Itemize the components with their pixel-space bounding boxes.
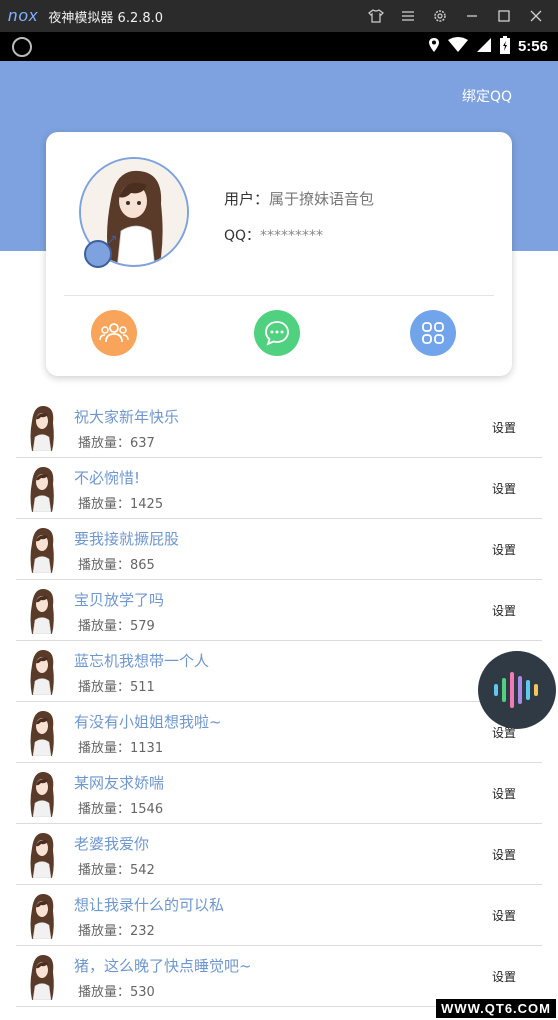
voice-float-button[interactable] xyxy=(478,651,556,729)
male-symbol-icon: ↗ xyxy=(106,232,118,248)
apps-button[interactable] xyxy=(410,310,456,356)
list-item[interactable]: 蓝忘机我想带一个人播放量：511设置 xyxy=(16,641,542,702)
gear-icon[interactable] xyxy=(424,0,456,32)
card-divider xyxy=(64,295,494,296)
voice-thumbnail xyxy=(24,769,60,817)
list-item[interactable]: 想让我录什么的可以私播放量：232 设置 xyxy=(16,885,542,946)
settings-button[interactable]: 设置 xyxy=(492,846,516,863)
shirt-icon[interactable] xyxy=(360,0,392,32)
voice-title[interactable]: 祝大家新年快乐 xyxy=(74,406,179,427)
play-count: 播放量：542 xyxy=(78,863,155,878)
list-item[interactable]: 有没有小姐姐想我啦~ 播放量：1131 设置 xyxy=(16,702,542,763)
settings-button[interactable]: 设置 xyxy=(492,480,516,497)
voice-thumbnail xyxy=(24,952,60,1000)
play-count: 播放量：637 xyxy=(78,436,155,451)
voice-title[interactable]: 蓝忘机我想带一个人 xyxy=(74,650,209,671)
status-icons: 5:56 xyxy=(428,32,548,61)
maximize-icon[interactable] xyxy=(488,0,520,32)
voice-title[interactable]: 有没有小姐姐想我啦~ xyxy=(74,711,222,732)
voice-thumbnail xyxy=(24,891,60,939)
clock: 5:56 xyxy=(517,38,548,55)
voice-thumbnail xyxy=(24,830,60,878)
settings-button[interactable]: 设置 xyxy=(492,602,516,619)
watermark: WWW.QT6.COM xyxy=(436,999,556,1018)
voice-thumbnail xyxy=(24,647,60,695)
list-item[interactable]: 某网友求娇喘播放量：1546 设置 xyxy=(16,763,542,824)
nox-status-icon xyxy=(12,37,32,57)
emulator-title-bar: nox 夜神模拟器 6.2.8.0 xyxy=(0,0,558,32)
voice-title[interactable]: 想让我录什么的可以私 xyxy=(74,894,224,915)
chat-button[interactable] xyxy=(254,310,300,356)
voice-thumbnail xyxy=(24,464,60,512)
sound-wave-icon xyxy=(494,672,538,708)
close-icon[interactable] xyxy=(520,0,552,32)
group-button[interactable] xyxy=(91,310,137,356)
settings-button[interactable]: 设置 xyxy=(492,968,516,985)
voice-thumbnail xyxy=(24,708,60,756)
list-item[interactable]: 祝大家新年快乐播放量：637 设置 xyxy=(16,397,542,458)
list-item[interactable]: 要我接就撅屁股播放量：865 设置 xyxy=(16,519,542,580)
apps-icon xyxy=(422,322,444,344)
settings-button[interactable]: 设置 xyxy=(492,419,516,436)
emulator-title: 夜神模拟器 6.2.8.0 xyxy=(48,10,164,26)
qq-label: QQ： xyxy=(224,228,261,244)
list-item[interactable]: 老婆我爱你播放量：542 设置 xyxy=(16,824,542,885)
play-count: 播放量：579 xyxy=(78,619,155,634)
play-count: 播放量：1546 xyxy=(78,802,164,817)
play-count: 播放量：232 xyxy=(78,924,155,939)
play-count: 播放量：530 xyxy=(78,985,155,1000)
username-label: 用户： xyxy=(224,190,270,208)
qq-value: ********* xyxy=(260,228,324,244)
list-item[interactable]: 宝贝放学了吗播放量：579 设置 xyxy=(16,580,542,641)
play-count: 播放量：1131 xyxy=(78,741,164,756)
nox-logo: nox xyxy=(8,6,39,25)
settings-button[interactable]: 设置 xyxy=(492,541,516,558)
list-item[interactable]: 不必惋惜! 播放量：1425 设置 xyxy=(16,458,542,519)
chat-icon xyxy=(265,321,289,346)
qq-line: QQ：********* xyxy=(224,225,323,245)
wifi-icon xyxy=(447,36,468,57)
voice-thumbnail xyxy=(24,403,60,451)
group-icon xyxy=(99,323,129,343)
play-count: 播放量：1425 xyxy=(78,497,164,512)
signal-icon xyxy=(476,37,492,57)
voice-title[interactable]: 宝贝放学了吗 xyxy=(74,589,164,610)
voice-title[interactable]: 不必惋惜! xyxy=(74,467,140,488)
voice-thumbnail xyxy=(24,525,60,573)
voice-thumbnail xyxy=(24,586,60,634)
play-count: 播放量：865 xyxy=(78,558,155,573)
settings-button[interactable]: 设置 xyxy=(492,785,516,802)
settings-button[interactable]: 设置 xyxy=(492,907,516,924)
emulator-window-controls xyxy=(360,0,552,32)
menu-icon[interactable] xyxy=(392,0,424,32)
voice-title[interactable]: 某网友求娇喘 xyxy=(74,772,164,793)
username-value: 属于撩妹语音包 xyxy=(269,190,375,208)
voice-title[interactable]: 猪，这么晚了快点睡觉吧~ xyxy=(74,955,252,976)
android-status-bar: 5:56 xyxy=(0,32,558,61)
voice-title[interactable]: 老婆我爱你 xyxy=(74,833,149,854)
play-count: 播放量：511 xyxy=(78,680,155,695)
username-line: 用户：属于撩妹语音包 xyxy=(224,188,374,209)
profile-card: ↗ 用户：属于撩妹语音包 QQ：********* xyxy=(46,132,512,376)
list-item[interactable]: 猪，这么晚了快点睡觉吧~ 播放量：530 设置 xyxy=(16,946,542,1007)
minimize-icon[interactable] xyxy=(456,0,488,32)
voice-title[interactable]: 要我接就撅屁股 xyxy=(74,528,179,549)
location-icon xyxy=(428,37,440,57)
battery-icon xyxy=(499,35,510,58)
voice-list: 祝大家新年快乐 播放量：637 设置 不必惋惜! 播放量：1425 设置 要我接就撅屁股 播放… xyxy=(16,397,542,1007)
bind-qq-button[interactable]: 绑定QQ xyxy=(462,86,512,106)
